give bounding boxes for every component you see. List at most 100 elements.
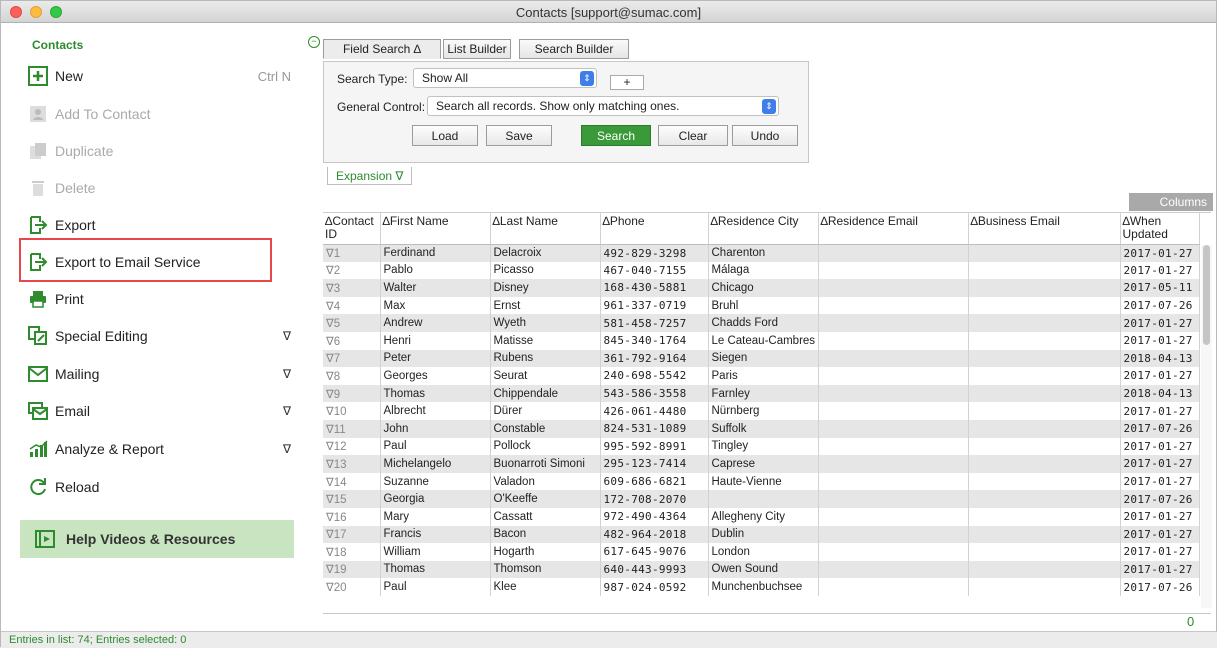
clear-button[interactable]: Clear bbox=[658, 125, 728, 146]
cell-phone[interactable]: 824-531-1089 bbox=[600, 419, 709, 438]
sidebar-item-delete[interactable]: Delete bbox=[27, 174, 297, 202]
cell-contact-id[interactable]: ∇12 bbox=[323, 437, 381, 456]
cell-last-name[interactable]: Dürer bbox=[490, 402, 601, 420]
chevron-down-icon[interactable]: ∇ bbox=[283, 404, 291, 418]
cell-last-name[interactable]: Matisse bbox=[490, 331, 601, 350]
cell-business-email[interactable] bbox=[968, 472, 1121, 491]
cell-business-email[interactable] bbox=[968, 279, 1121, 297]
cell-last-name[interactable]: Constable bbox=[490, 419, 601, 438]
cell-contact-id[interactable]: ∇8 bbox=[323, 367, 381, 385]
sidebar-item-email[interactable]: Email ∇ bbox=[27, 397, 297, 425]
table-row[interactable]: ∇13 Michelangelo Buonarroti Simoni 295-123-… bbox=[323, 455, 1200, 473]
cell-residence-email[interactable] bbox=[818, 490, 969, 508]
cell-phone[interactable]: 492-829-3298 bbox=[600, 244, 709, 262]
table-row[interactable]: ∇15 Georgia O'Keeffe 172-708-2070 2017-07-26 bbox=[323, 490, 1200, 508]
cell-phone[interactable]: 972-490-4364 bbox=[600, 507, 709, 526]
cell-contact-id[interactable]: ∇9 bbox=[323, 384, 381, 403]
cell-first-name[interactable]: Thomas bbox=[380, 384, 491, 403]
cell-residence-city[interactable]: Dublin bbox=[708, 525, 819, 544]
cell-business-email[interactable] bbox=[968, 331, 1121, 350]
cell-contact-id[interactable]: ∇16 bbox=[323, 507, 381, 526]
cell-residence-email[interactable] bbox=[818, 261, 969, 280]
cell-phone[interactable]: 543-586-3558 bbox=[600, 384, 709, 403]
cell-first-name[interactable]: Paul bbox=[380, 437, 491, 456]
cell-phone[interactable]: 845-340-1764 bbox=[600, 331, 709, 350]
cell-residence-city[interactable]: Haute-Vienne bbox=[708, 472, 819, 491]
cell-residence-email[interactable] bbox=[818, 244, 969, 262]
cell-residence-city[interactable]: Chadds Ford bbox=[708, 314, 819, 332]
cell-contact-id[interactable]: ∇19 bbox=[323, 560, 381, 579]
cell-residence-city[interactable]: Allegheny City bbox=[708, 507, 819, 526]
horizontal-scrollbar[interactable] bbox=[323, 613, 1211, 631]
cell-when-updated[interactable]: 2017-01-27 bbox=[1120, 472, 1200, 491]
cell-when-updated[interactable]: 2017-01-27 bbox=[1120, 314, 1200, 332]
table-row[interactable]: ∇2 Pablo Picasso 467-040-7155 Málaga 2017-01-… bbox=[323, 261, 1200, 280]
cell-residence-email[interactable] bbox=[818, 560, 969, 579]
cell-phone[interactable]: 295-123-7414 bbox=[600, 455, 709, 473]
column-header-when-updated[interactable]: ∆When Updated bbox=[1120, 213, 1200, 245]
table-row[interactable]: ∇1 Ferdinand Delacroix 492-829-3298 Charento… bbox=[323, 244, 1200, 262]
cell-first-name[interactable]: William bbox=[380, 543, 491, 561]
cell-residence-email[interactable] bbox=[818, 314, 969, 332]
table-row[interactable]: ∇11 John Constable 824-531-1089 Suffolk 2017-… bbox=[323, 419, 1200, 438]
cell-residence-city[interactable]: Paris bbox=[708, 367, 819, 385]
cell-phone[interactable]: 467-040-7155 bbox=[600, 261, 709, 280]
cell-phone[interactable]: 617-645-9076 bbox=[600, 543, 709, 561]
cell-residence-email[interactable] bbox=[818, 349, 969, 368]
cell-business-email[interactable] bbox=[968, 402, 1121, 420]
cell-residence-city[interactable]: Caprese bbox=[708, 455, 819, 473]
tab-list-builder[interactable]: List Builder bbox=[443, 39, 511, 59]
cell-last-name[interactable]: Klee bbox=[490, 578, 601, 596]
sidebar-item-reload[interactable]: Reload bbox=[27, 473, 297, 501]
cell-phone[interactable]: 426-061-4480 bbox=[600, 402, 709, 420]
vertical-scrollbar[interactable] bbox=[1201, 245, 1212, 608]
cell-residence-city[interactable]: Owen Sound bbox=[708, 560, 819, 579]
table-row[interactable]: ∇17 Francis Bacon 482-964-2018 Dublin 2017-01… bbox=[323, 525, 1200, 544]
cell-last-name[interactable]: Thomson bbox=[490, 560, 601, 579]
sidebar-item-export[interactable]: Export bbox=[27, 211, 297, 239]
cell-business-email[interactable] bbox=[968, 314, 1121, 332]
collapse-search-icon[interactable]: − bbox=[308, 36, 320, 48]
table-row[interactable]: ∇10 Albrecht Dürer 426-061-4480 Nürnberg 2017… bbox=[323, 402, 1200, 420]
sidebar-item-duplicate[interactable]: Duplicate bbox=[27, 137, 297, 165]
cell-business-email[interactable] bbox=[968, 560, 1121, 579]
cell-residence-email[interactable] bbox=[818, 279, 969, 297]
cell-business-email[interactable] bbox=[968, 244, 1121, 262]
cell-business-email[interactable] bbox=[968, 437, 1121, 456]
cell-residence-email[interactable] bbox=[818, 543, 969, 561]
cell-first-name[interactable]: Georges bbox=[380, 367, 491, 385]
cell-phone[interactable]: 961-337-0719 bbox=[600, 296, 709, 315]
table-row[interactable]: ∇4 Max Ernst 961-337-0719 Bruhl 2017-07-26 bbox=[323, 296, 1200, 315]
cell-first-name[interactable]: Henri bbox=[380, 331, 491, 350]
cell-residence-email[interactable] bbox=[818, 437, 969, 456]
cell-contact-id[interactable]: ∇13 bbox=[323, 455, 381, 473]
sidebar-item-special-editing[interactable]: Special Editing ∇ bbox=[27, 322, 297, 350]
cell-when-updated[interactable]: 2017-01-27 bbox=[1120, 525, 1200, 544]
column-header-phone[interactable]: ∆Phone bbox=[600, 213, 709, 245]
cell-when-updated[interactable]: 2018-04-13 bbox=[1120, 384, 1200, 403]
cell-residence-email[interactable] bbox=[818, 296, 969, 315]
sidebar-item-analyze-report[interactable]: Analyze & Report ∇ bbox=[27, 435, 297, 463]
cell-residence-city[interactable]: Siegen bbox=[708, 349, 819, 368]
cell-last-name[interactable]: Pollock bbox=[490, 437, 601, 456]
cell-last-name[interactable]: Delacroix bbox=[490, 244, 601, 262]
cell-residence-email[interactable] bbox=[818, 525, 969, 544]
cell-last-name[interactable]: Buonarroti Simoni bbox=[490, 455, 601, 473]
sidebar-item-print[interactable]: Print bbox=[27, 285, 297, 313]
cell-residence-email[interactable] bbox=[818, 472, 969, 491]
cell-business-email[interactable] bbox=[968, 455, 1121, 473]
cell-contact-id[interactable]: ∇15 bbox=[323, 490, 381, 508]
cell-phone[interactable]: 581-458-7257 bbox=[600, 314, 709, 332]
column-header-first-name[interactable]: ∆First Name bbox=[380, 213, 491, 245]
cell-contact-id[interactable]: ∇2 bbox=[323, 261, 381, 280]
cell-residence-city[interactable]: Chicago bbox=[708, 279, 819, 297]
search-type-select[interactable]: Show All ⇕ bbox=[413, 68, 597, 88]
cell-residence-city[interactable]: Farnley bbox=[708, 384, 819, 403]
undo-button[interactable]: Undo bbox=[732, 125, 798, 146]
table-row[interactable]: ∇18 William Hogarth 617-645-9076 London 2017-… bbox=[323, 543, 1200, 561]
cell-when-updated[interactable]: 2017-01-27 bbox=[1120, 402, 1200, 420]
cell-contact-id[interactable]: ∇5 bbox=[323, 314, 381, 332]
cell-first-name[interactable]: Pablo bbox=[380, 261, 491, 280]
cell-when-updated[interactable]: 2017-01-27 bbox=[1120, 367, 1200, 385]
cell-last-name[interactable]: Bacon bbox=[490, 525, 601, 544]
